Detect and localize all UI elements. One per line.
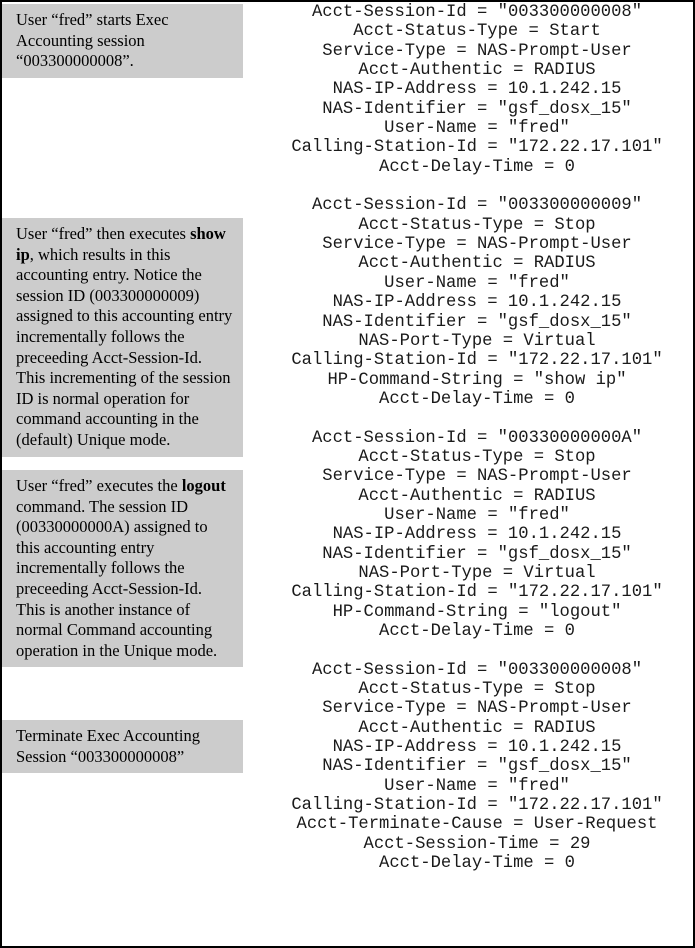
radius-accounting-log: Acct-Session-Id = "003300000008" Acct-Sta… [257,2,693,874]
log-line: NAS-IP-Address = 10.1.242.15 [332,525,622,545]
log-line: Service-Type = NAS-Prompt-User [322,467,632,487]
annotation-text: User “fred” then executes [16,224,191,243]
log-line: Acct-Authentic = RADIUS [358,61,596,81]
log-line: Service-Type = NAS-Prompt-User [322,699,632,719]
annotation-exec-start: User “fred” starts Exec Accounting sessi… [2,4,243,78]
log-line: NAS-Port-Type = Virtual [358,563,596,583]
annotation-logout: User “fred” executes the logout command.… [2,470,243,668]
log-line: Acct-Delay-Time = 0 [379,157,575,177]
log-block-separator [257,641,693,660]
log-line: Acct-Session-Id = "003300000009" [311,196,643,216]
annotation-text: User “fred” executes the [16,476,182,495]
log-line: Calling-Station-Id = "172.22.17.101" [291,796,663,816]
log-line: Acct-Session-Id = "003300000008" [311,660,643,680]
log-line: Acct-Authentic = RADIUS [358,718,596,738]
log-line: HP-Command-String = "logout" [332,602,622,622]
annotation-text: , which results in this accounting entry… [16,244,233,449]
log-line: NAS-IP-Address = 10.1.242.15 [332,80,622,100]
log-line: Acct-Status-Type = Stop [358,680,596,700]
log-line: Acct-Authentic = RADIUS [358,486,596,506]
log-line: Acct-Delay-Time = 0 [379,622,575,641]
log-line: Acct-Session-Time = 29 [363,834,591,854]
log-line: Service-Type = NAS-Prompt-User [322,235,632,255]
log-line: HP-Command-String = "show ip" [327,370,627,390]
log-block-show-ip: Acct-Session-Id = "003300000009" Acct-Sta… [257,196,693,409]
log-line: User-Name = "fred" [384,776,570,796]
log-line: NAS-Identifier = "gsf_dosx_15" [322,757,632,777]
annotated-log-figure: User “fred” starts Exec Accounting sessi… [0,0,695,948]
log-line: User-Name = "fred" [384,505,570,525]
log-line: NAS-IP-Address = 10.1.242.15 [332,293,622,313]
log-line: User-Name = "fred" [384,273,570,293]
log-block-exec-stop: Acct-Session-Id = "003300000008" Acct-Sta… [257,660,693,874]
log-line: Acct-Authentic = RADIUS [358,254,596,274]
log-line: Acct-Status-Type = Start [353,22,601,42]
annotation-text: command. The session ID (00330000000A) a… [16,496,218,660]
log-line: Calling-Station-Id = "172.22.17.101" [291,583,663,603]
annotation-text: Terminate Exec Accounting Session “00330… [16,726,200,766]
log-line: Acct-Session-Id = "003300000008" [311,3,643,22]
log-line: NAS-Identifier = "gsf_dosx_15" [322,544,632,564]
log-line: Service-Type = NAS-Prompt-User [322,41,632,61]
log-line: NAS-Identifier = "gsf_dosx_15" [322,312,632,332]
log-block-exec-start: Acct-Session-Id = "003300000008" Acct-Sta… [257,3,693,177]
log-line: Acct-Delay-Time = 0 [379,854,575,874]
log-line: User-Name = "fred" [384,119,570,139]
log-line: Acct-Session-Id = "00330000000A" [311,428,643,448]
log-line: Acct-Status-Type = Stop [358,215,596,235]
log-line: NAS-IP-Address = 10.1.242.15 [332,738,622,758]
log-block-separator [257,177,693,196]
log-line: NAS-Port-Type = Virtual [358,331,596,351]
log-line: Calling-Station-Id = "172.22.17.101" [291,351,663,371]
annotation-column: User “fred” starts Exec Accounting sessi… [2,2,243,946]
log-line: Calling-Station-Id = "172.22.17.101" [291,138,663,158]
annotation-terminate: Terminate Exec Accounting Session “00330… [2,720,243,774]
annotation-emphasis: logout [181,476,226,495]
annotation-show-ip: User “fred” then executes show ip, which… [2,218,243,457]
log-block-separator [257,409,693,428]
log-line: Acct-Status-Type = Stop [358,447,596,467]
annotation-text: User “fred” starts Exec Accounting sessi… [16,10,169,71]
log-line: Acct-Delay-Time = 0 [379,389,575,409]
log-line: Acct-Terminate-Cause = User-Request [296,815,658,835]
log-block-logout: Acct-Session-Id = "00330000000A" Acct-Sta… [257,428,693,642]
log-line: NAS-Identifier = "gsf_dosx_15" [322,99,632,119]
